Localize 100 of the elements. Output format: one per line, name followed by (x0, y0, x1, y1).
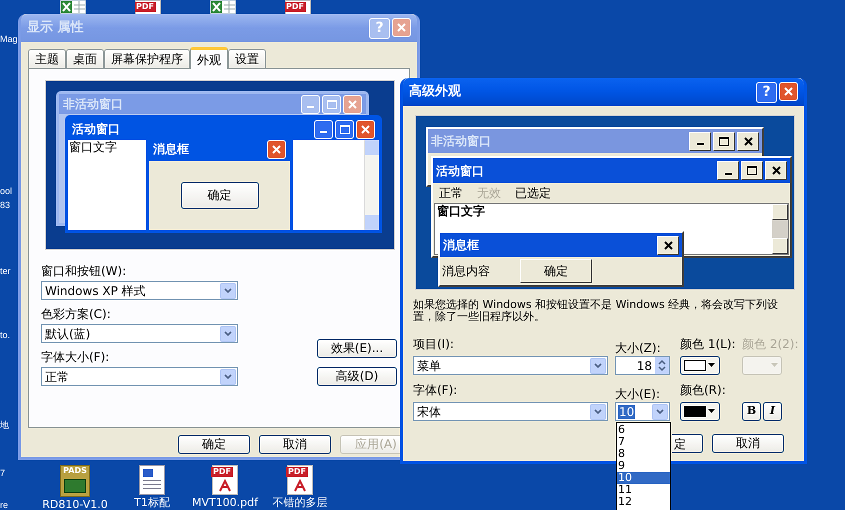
dropdown[interactable]: 菜单 (413, 356, 608, 375)
pdf-file-icon[interactable]: PDF (285, 0, 311, 14)
tab[interactable]: 桌面 (66, 49, 104, 68)
close-icon (772, 166, 780, 175)
desktop-icon-label: ool (0, 186, 12, 197)
close-icon (348, 100, 357, 108)
color-picker-button[interactable] (680, 356, 720, 375)
scrollbar[interactable] (364, 140, 379, 230)
maximize-icon (326, 100, 336, 108)
color-picker-button[interactable] (680, 402, 720, 421)
dropdown[interactable]: 10 (615, 402, 670, 421)
close-icon (744, 136, 752, 146)
list-option[interactable]: 12 (617, 496, 670, 508)
close-button[interactable] (356, 120, 375, 138)
close-icon (397, 22, 406, 32)
field-label: 颜色 1(L): (680, 337, 737, 351)
desktop-icon-label: to. (0, 330, 10, 341)
field-label: 字体(F): (413, 383, 458, 397)
dialog-button[interactable]: 取消 (712, 434, 784, 453)
tab[interactable]: 设置 (228, 49, 266, 68)
close-button[interactable] (737, 132, 759, 150)
field-label: 颜色 2(2): (742, 337, 798, 351)
desktop-icon-label[interactable]: MVT100.pdf (192, 497, 258, 509)
pdf-file-icon[interactable]: PDF (135, 0, 161, 14)
close-button[interactable] (657, 236, 679, 254)
maximize-icon (340, 124, 350, 134)
dialog-button[interactable]: 高级(D) (317, 367, 397, 386)
desktop-icon-label[interactable]: T1标配 (134, 497, 170, 509)
dropdown-arrow-icon (708, 363, 715, 368)
dialog-button[interactable]: 定 (672, 434, 703, 453)
italic-button[interactable]: I (763, 402, 782, 421)
dropdown[interactable]: Windows XP 样式 (41, 281, 238, 300)
window-title: 活动窗口 (436, 162, 485, 180)
minimize-icon (724, 172, 732, 174)
window-title: 活动窗口 (72, 121, 121, 138)
minimize-icon (696, 143, 704, 145)
maximize-button[interactable] (741, 161, 763, 180)
dropdown[interactable]: 默认(蓝) (41, 324, 238, 343)
close-icon (784, 86, 793, 96)
list-option[interactable]: 10 (617, 472, 670, 484)
menu-item[interactable]: 已选定 (515, 184, 551, 202)
close-icon (361, 124, 370, 134)
tab[interactable]: 主题 (28, 49, 66, 68)
bold-button[interactable]: B (742, 402, 761, 421)
desktop-icon-label: Mag (0, 34, 18, 45)
pdf-file-icon[interactable]: PDF (212, 465, 238, 495)
window-title: 消息框 (443, 237, 480, 254)
maximize-icon (719, 136, 729, 146)
close-icon (664, 240, 672, 250)
window-text: 窗口文字 (68, 140, 117, 155)
tab[interactable]: 屏幕保护程序 (104, 49, 190, 68)
desktop-icon-label: 7 (0, 468, 6, 479)
description-text: 如果您选择的 Windows 和按钮设置不是 Windows 经典，将会改写下列设置，除了一些旧程序以外。 (413, 299, 780, 323)
maximize-button[interactable] (335, 120, 354, 138)
list-option[interactable]: 11 (617, 484, 670, 496)
dropdown[interactable]: 宋体 (413, 402, 608, 421)
dialog-button[interactable]: 效果(E)... (317, 339, 397, 358)
spinner-arrows-icon (655, 357, 669, 374)
dropdown-arrow-icon (771, 363, 778, 368)
dropdown[interactable]: 正常 (41, 367, 238, 386)
field-label: 字体大小(F): (41, 350, 110, 364)
dialog-button[interactable]: 取消 (259, 435, 331, 454)
window-text: 窗口文字 (436, 204, 485, 219)
menu-item[interactable]: 正常 (439, 184, 463, 202)
desktop-icon-label: ter (0, 266, 11, 277)
list-option[interactable]: 6 (617, 424, 670, 436)
pdf-file-icon[interactable]: PDF (287, 465, 313, 495)
spreadsheet-icon[interactable] (210, 0, 236, 14)
desktop-icon-label[interactable]: 不错的多层 (272, 497, 328, 509)
field-label: 大小(E): (615, 387, 661, 401)
window-title: 非活动窗口 (431, 133, 492, 150)
list-option[interactable]: 7 (617, 436, 670, 448)
minimize-icon (320, 131, 327, 133)
spreadsheet-icon[interactable] (60, 0, 86, 14)
desktop-icon-label[interactable]: RD810-V1.0 (42, 499, 108, 510)
window-title: 非活动窗口 (63, 96, 124, 113)
maximize-button[interactable] (713, 132, 735, 150)
minimize-button[interactable] (717, 161, 739, 180)
scrollbar[interactable] (772, 204, 788, 254)
minimize-button[interactable] (689, 132, 711, 150)
document-icon[interactable] (139, 465, 165, 495)
maximize-icon (747, 166, 757, 175)
field-label: 颜色(R): (680, 383, 726, 397)
window-title: 高级外观 (409, 82, 462, 102)
list-option[interactable]: 8 (617, 448, 670, 460)
number-spinner[interactable]: 18 (615, 356, 670, 375)
field-label: 大小(Z): (615, 341, 662, 355)
field-label: 窗口和按钮(W): (41, 264, 128, 278)
ok-button[interactable]: 确定 (520, 259, 592, 283)
list-option[interactable]: 9 (617, 460, 670, 472)
dialog-button[interactable]: 确定 (178, 435, 250, 454)
close-button[interactable] (267, 140, 286, 158)
dropdown-arrow-icon (708, 409, 715, 414)
help-button[interactable]: ? (756, 82, 777, 102)
tab[interactable]: 外观 (190, 47, 228, 69)
close-button[interactable] (765, 161, 787, 180)
desktop-icon-label: 地 (0, 420, 9, 431)
ok-button[interactable]: 确定 (180, 182, 258, 209)
minimize-button[interactable] (314, 120, 333, 138)
field-label: 色彩方案(C): (41, 307, 112, 321)
